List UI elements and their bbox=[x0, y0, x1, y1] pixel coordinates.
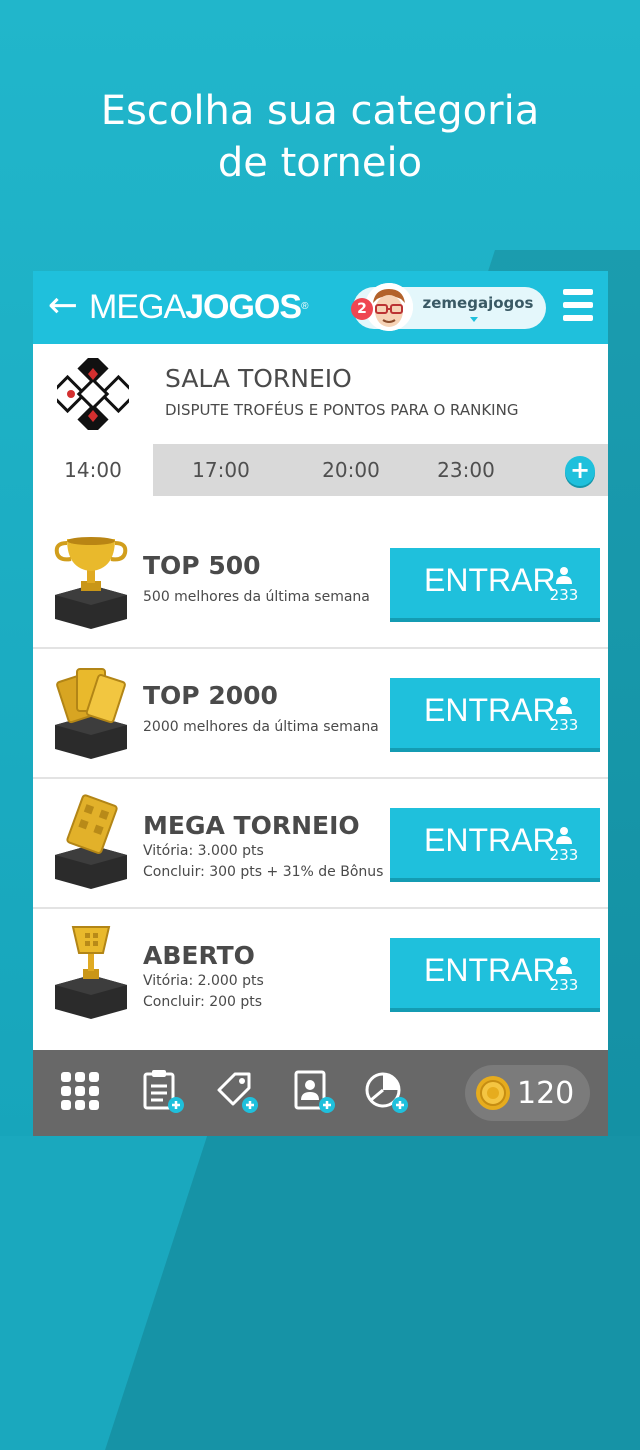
back-arrow-icon[interactable]: ← bbox=[43, 286, 83, 326]
tournament-description: Vitória: 3.000 pts Concluir: 300 pts + 3… bbox=[143, 841, 383, 883]
room-subtitle: DISPUTE TROFÉUS E PONTOS PARA O RANKING bbox=[165, 401, 519, 419]
person-icon bbox=[556, 697, 572, 714]
card-suits-icon bbox=[57, 358, 129, 430]
tournament-desc-line-1: Vitória: 2.000 pts bbox=[143, 973, 264, 989]
logo-registered-mark: ® bbox=[301, 301, 308, 312]
bottom-toolbar: 120 bbox=[33, 1050, 608, 1136]
person-icon bbox=[556, 567, 572, 584]
profile-card-add-icon[interactable] bbox=[290, 1068, 336, 1114]
hamburger-menu-icon[interactable] bbox=[563, 289, 595, 327]
coins-value: 120 bbox=[517, 1076, 575, 1111]
tournament-title: MEGA TORNEIO bbox=[143, 811, 360, 840]
tab-time-3[interactable]: 20:00 bbox=[291, 444, 411, 496]
enter-button-label: ENTRAR bbox=[424, 692, 556, 728]
enter-button[interactable]: ENTRAR 233 bbox=[390, 678, 600, 748]
list-item: ABERTO Vitória: 2.000 pts Concluir: 200 … bbox=[33, 909, 608, 1037]
time-tabs: 14:00 17:00 20:00 23:00 + bbox=[33, 444, 608, 496]
enter-button-label: ENTRAR bbox=[424, 822, 556, 858]
gold-coin-icon bbox=[476, 1076, 510, 1110]
clipboard-add-icon[interactable] bbox=[139, 1068, 185, 1114]
gold-plaque-trophy-icon bbox=[55, 794, 127, 889]
gold-cup-trophy-icon bbox=[54, 537, 128, 629]
logo-text-mega: MEGA bbox=[89, 288, 186, 326]
room-title: SALA TORNEIO bbox=[165, 364, 352, 393]
megajogos-logo[interactable]: MEGAJOGOS® bbox=[89, 287, 309, 327]
tab-time-4[interactable]: 23:00 bbox=[406, 444, 526, 496]
tournament-description: 2000 melhores da última semana bbox=[143, 717, 379, 738]
player-count: 233 bbox=[549, 586, 579, 604]
enter-button[interactable]: ENTRAR 233 bbox=[390, 938, 600, 1008]
enter-button-label: ENTRAR bbox=[424, 562, 556, 598]
tab-time-2[interactable]: 17:00 bbox=[161, 444, 281, 496]
tab-time-1[interactable]: 14:00 bbox=[33, 444, 153, 496]
enter-button-label: ENTRAR bbox=[424, 952, 556, 988]
logo-text-jogos: JOGOS bbox=[185, 288, 302, 326]
headline-line-2: de torneio bbox=[217, 140, 423, 186]
person-icon bbox=[556, 827, 572, 844]
person-icon bbox=[556, 957, 572, 974]
add-time-button[interactable]: + bbox=[565, 456, 595, 486]
player-count: 233 bbox=[549, 716, 579, 734]
promo-headline: Escolha sua categoria de torneio bbox=[0, 85, 640, 189]
app-header: ← MEGAJOGOS® 2 zemegajogos bbox=[33, 271, 608, 344]
player-count: 233 bbox=[549, 846, 579, 864]
enter-button[interactable]: ENTRAR 233 bbox=[390, 808, 600, 878]
tournament-desc-line-1: 2000 melhores da última semana bbox=[143, 719, 379, 735]
tournament-description: 500 melhores da última semana bbox=[143, 587, 370, 608]
app-screen: ← MEGAJOGOS® 2 zemegajogos SALA TORNEIO … bbox=[33, 271, 608, 1136]
tournament-desc-line-2: Concluir: 200 pts bbox=[143, 994, 263, 1010]
list-item: TOP 2000 2000 melhores da última semana … bbox=[33, 649, 608, 779]
username-label[interactable]: zemegajogos bbox=[418, 294, 538, 312]
tournament-desc-line-1: Vitória: 3.000 pts bbox=[143, 843, 264, 859]
gold-goblet-trophy-icon bbox=[55, 926, 127, 1019]
notification-badge[interactable]: 2 bbox=[351, 298, 373, 320]
tournament-title: ABERTO bbox=[143, 941, 255, 970]
room-header: SALA TORNEIO DISPUTE TROFÉUS E PONTOS PA… bbox=[33, 344, 608, 444]
pie-chart-add-icon[interactable] bbox=[363, 1068, 409, 1114]
headline-line-1: Escolha sua categoria bbox=[100, 88, 540, 134]
tournament-desc-line-2: Concluir: 300 pts + 31% de Bônus bbox=[143, 864, 384, 880]
coins-balance[interactable]: 120 bbox=[465, 1065, 590, 1121]
gold-cards-trophy-icon bbox=[55, 668, 127, 759]
tournament-desc-line-1: 500 melhores da última semana bbox=[143, 589, 370, 605]
player-count: 233 bbox=[549, 976, 579, 994]
tournament-description: Vitória: 2.000 pts Concluir: 200 pts bbox=[143, 971, 264, 1013]
enter-button[interactable]: ENTRAR 233 bbox=[390, 548, 600, 618]
list-item: TOP 500 500 melhores da última semana EN… bbox=[33, 519, 608, 649]
list-item: MEGA TORNEIO Vitória: 3.000 pts Concluir… bbox=[33, 779, 608, 909]
tournament-title: TOP 500 bbox=[143, 551, 261, 580]
tag-add-icon[interactable] bbox=[213, 1068, 259, 1114]
tournament-title: TOP 2000 bbox=[143, 681, 278, 710]
grid-icon[interactable] bbox=[57, 1068, 103, 1114]
chevron-down-icon[interactable] bbox=[470, 317, 478, 322]
